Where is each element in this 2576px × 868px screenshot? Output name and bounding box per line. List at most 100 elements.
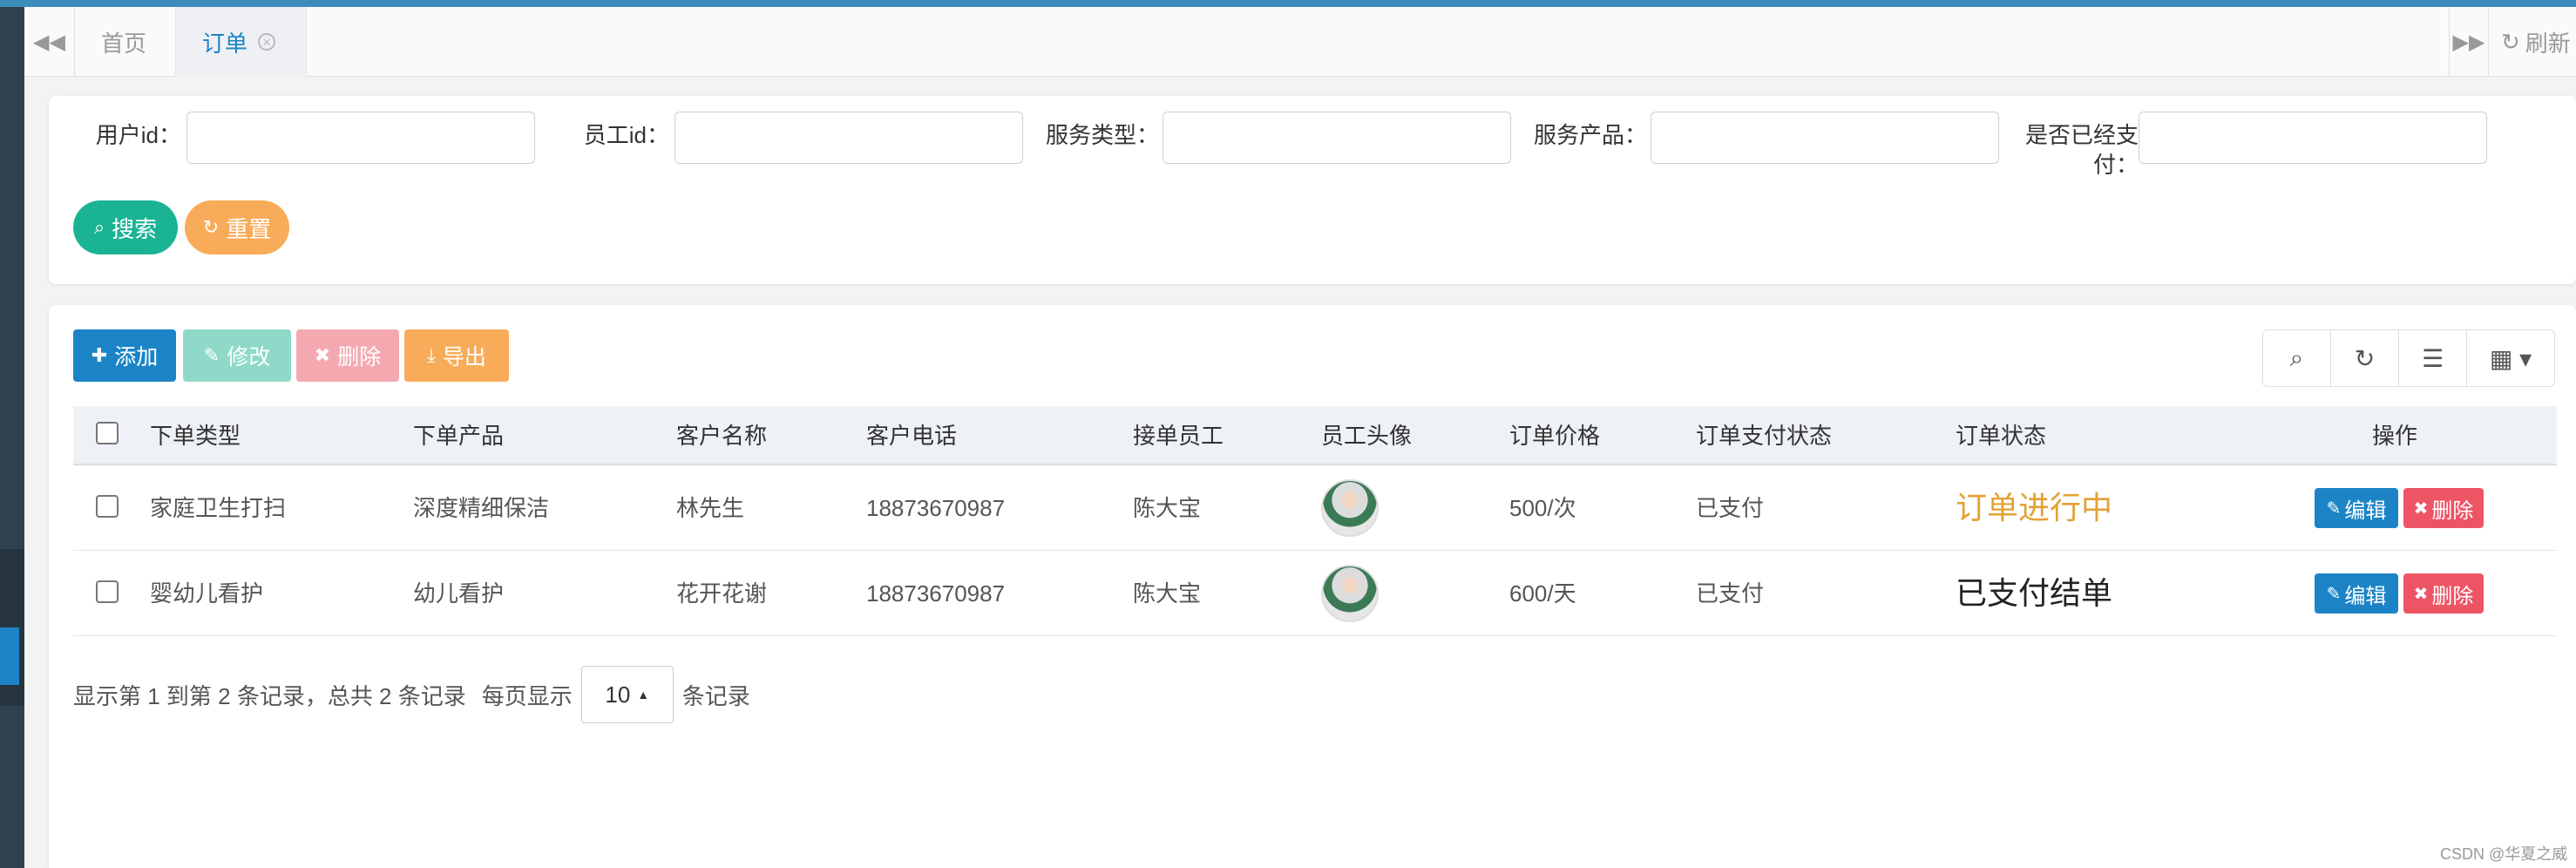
row-delete-button[interactable]: ✖ 删除 — [2403, 488, 2484, 528]
tabs-scroll-left-icon[interactable]: ◀◀ — [24, 7, 75, 77]
service-type-label: 服务类型： — [1045, 122, 1159, 148]
table-refresh-icon[interactable]: ↻ — [2331, 330, 2399, 386]
delete-icon: ✖ — [2413, 584, 2429, 604]
cell-order-product: 幼儿看护 — [413, 580, 505, 607]
edit-button-label: 修改 — [227, 345, 271, 370]
row-delete-label: 删除 — [2431, 584, 2474, 608]
staff-avatar[interactable] — [1321, 565, 1379, 622]
cell-customer-phone: 18873670987 — [866, 495, 1006, 521]
col-order-type: 下单类型 — [150, 423, 241, 449]
user-id-input[interactable] — [186, 112, 535, 164]
cell-customer-phone: 18873670987 — [866, 580, 1006, 607]
edit-icon: ✎ — [203, 344, 220, 366]
plus-icon: ✚ — [91, 344, 108, 366]
cell-customer-name: 林先生 — [676, 495, 745, 521]
col-customer-phone: 客户电话 — [866, 423, 958, 449]
tabs-scroll-right-icon[interactable]: ▶▶ — [2449, 7, 2489, 77]
export-button[interactable]: ⤓ 导出 — [404, 329, 509, 382]
refresh-icon: ↻ — [2501, 28, 2520, 55]
add-button[interactable]: ✚ 添加 — [73, 329, 176, 382]
row-edit-label: 编辑 — [2344, 498, 2387, 523]
page-size-select[interactable]: 10 ▲ — [580, 666, 674, 723]
table-header: 下单类型 下单产品 客户名称 客户电话 接单员工 员工头像 订单价格 订单支付状… — [73, 406, 2557, 465]
add-button-label: 添加 — [114, 345, 159, 370]
top-accent-bar — [0, 0, 2576, 7]
tab-refresh-button[interactable]: ↻ 刷新 — [2489, 7, 2576, 77]
is-paid-input[interactable] — [2139, 112, 2487, 164]
row-delete-label: 删除 — [2431, 498, 2474, 523]
edit-button[interactable]: ✎ 修改 — [183, 329, 291, 382]
service-product-input[interactable] — [1651, 112, 1999, 164]
pagination: 显示第 1 到第 2 条记录，总共 2 条记录 每页显示 10 ▲ 条记录 — [73, 666, 750, 723]
delete-icon: ✖ — [314, 344, 331, 366]
list-panel: ✚ 添加 ✎ 修改 ✖ 删除 ⤓ 导出 ⌕ ↻ ☰ ▦ ▾ 下单类型 下单产品 … — [49, 305, 2576, 868]
sidebar-active-indicator — [0, 627, 19, 685]
cell-pay-status: 已支付 — [1696, 580, 1765, 607]
tab-home-label: 首页 — [101, 30, 147, 57]
col-customer-name: 客户名称 — [676, 423, 768, 449]
edit-icon: ✎ — [2326, 498, 2342, 519]
row-edit-button[interactable]: ✎ 编辑 — [2315, 573, 2398, 614]
sidebar-edge — [0, 7, 24, 868]
delete-button-label: 删除 — [337, 345, 382, 370]
row-edit-button[interactable]: ✎ 编辑 — [2315, 488, 2398, 528]
col-actions: 操作 — [2372, 423, 2418, 449]
cell-staff: 陈大宝 — [1133, 495, 1202, 521]
export-button-label: 导出 — [442, 345, 486, 370]
is-paid-label: 是否已经支付： — [2024, 122, 2139, 178]
download-icon: ⤓ — [427, 344, 436, 366]
per-page-prefix: 每页显示 — [481, 682, 573, 709]
tab-orders[interactable]: 订单 ✕ — [176, 7, 307, 77]
select-all-checkbox[interactable] — [96, 422, 119, 444]
tab-close-icon[interactable]: ✕ — [258, 33, 276, 51]
per-page-suffix: 条记录 — [681, 682, 750, 709]
reset-icon: ↻ — [202, 216, 220, 238]
search-panel: 用户id： 员工id： 服务类型： 服务产品： 是否已经支付： ⌕ 搜索 ↻ 重… — [49, 96, 2576, 284]
cell-staff: 陈大宝 — [1133, 580, 1202, 607]
tab-bar: ◀◀ 首页 订单 ✕ ▶▶ ↻ 刷新 — [24, 7, 2576, 77]
table-row: 婴幼儿看护 幼儿看护 花开花谢 18873670987 陈大宝 600/天 已支… — [73, 551, 2557, 636]
edit-icon: ✎ — [2326, 584, 2342, 604]
service-type-input[interactable] — [1163, 112, 1511, 164]
cell-order-type: 家庭卫生打扫 — [150, 495, 287, 521]
cell-price: 500/次 — [1509, 495, 1576, 521]
page-size-value: 10 — [605, 681, 631, 708]
cell-pay-status: 已支付 — [1696, 495, 1765, 521]
staff-id-input[interactable] — [675, 112, 1023, 164]
table-toolbar: ⌕ ↻ ☰ ▦ ▾ — [2262, 329, 2555, 387]
staff-avatar[interactable] — [1321, 479, 1379, 537]
col-staff: 接单员工 — [1133, 423, 1224, 449]
caret-up-icon: ▲ — [637, 688, 650, 702]
row-checkbox[interactable] — [96, 580, 119, 603]
delete-icon: ✖ — [2413, 498, 2429, 519]
watermark: CSDN @华夏之威 — [2440, 845, 2568, 863]
table-toggle-view-icon[interactable]: ☰ — [2399, 330, 2467, 386]
col-order-status: 订单状态 — [1956, 423, 2047, 449]
table-columns-icon[interactable]: ▦ ▾ — [2467, 330, 2554, 386]
cell-customer-name: 花开花谢 — [676, 580, 768, 607]
search-button[interactable]: ⌕ 搜索 — [73, 200, 178, 254]
user-id-label: 用户id： — [95, 122, 181, 148]
staff-id-label: 员工id： — [583, 122, 669, 148]
service-product-label: 服务产品： — [1533, 122, 1647, 148]
delete-button[interactable]: ✖ 删除 — [296, 329, 399, 382]
col-pay-status: 订单支付状态 — [1696, 423, 1833, 449]
cell-order-type: 婴幼儿看护 — [150, 580, 264, 607]
pagination-summary: 显示第 1 到第 2 条记录，总共 2 条记录 — [73, 682, 466, 709]
col-price: 订单价格 — [1509, 423, 1601, 449]
cell-order-status: 已支付结单 — [1956, 575, 2113, 611]
tab-home[interactable]: 首页 — [75, 7, 176, 77]
search-button-label: 搜索 — [112, 215, 158, 242]
reset-button[interactable]: ↻ 重置 — [185, 200, 289, 254]
search-icon: ⌕ — [93, 216, 105, 238]
row-delete-button[interactable]: ✖ 删除 — [2403, 573, 2484, 614]
table-row: 家庭卫生打扫 深度精细保洁 林先生 18873670987 陈大宝 500/次 … — [73, 465, 2557, 551]
cell-price: 600/天 — [1509, 580, 1576, 607]
table-search-icon[interactable]: ⌕ — [2263, 330, 2331, 386]
row-checkbox[interactable] — [96, 495, 119, 518]
reset-button-label: 重置 — [226, 215, 272, 242]
col-order-product: 下单产品 — [413, 423, 505, 449]
tab-refresh-label: 刷新 — [2525, 30, 2571, 57]
cell-order-status: 订单进行中 — [1956, 490, 2113, 526]
col-staff-avatar: 员工头像 — [1321, 423, 1413, 449]
